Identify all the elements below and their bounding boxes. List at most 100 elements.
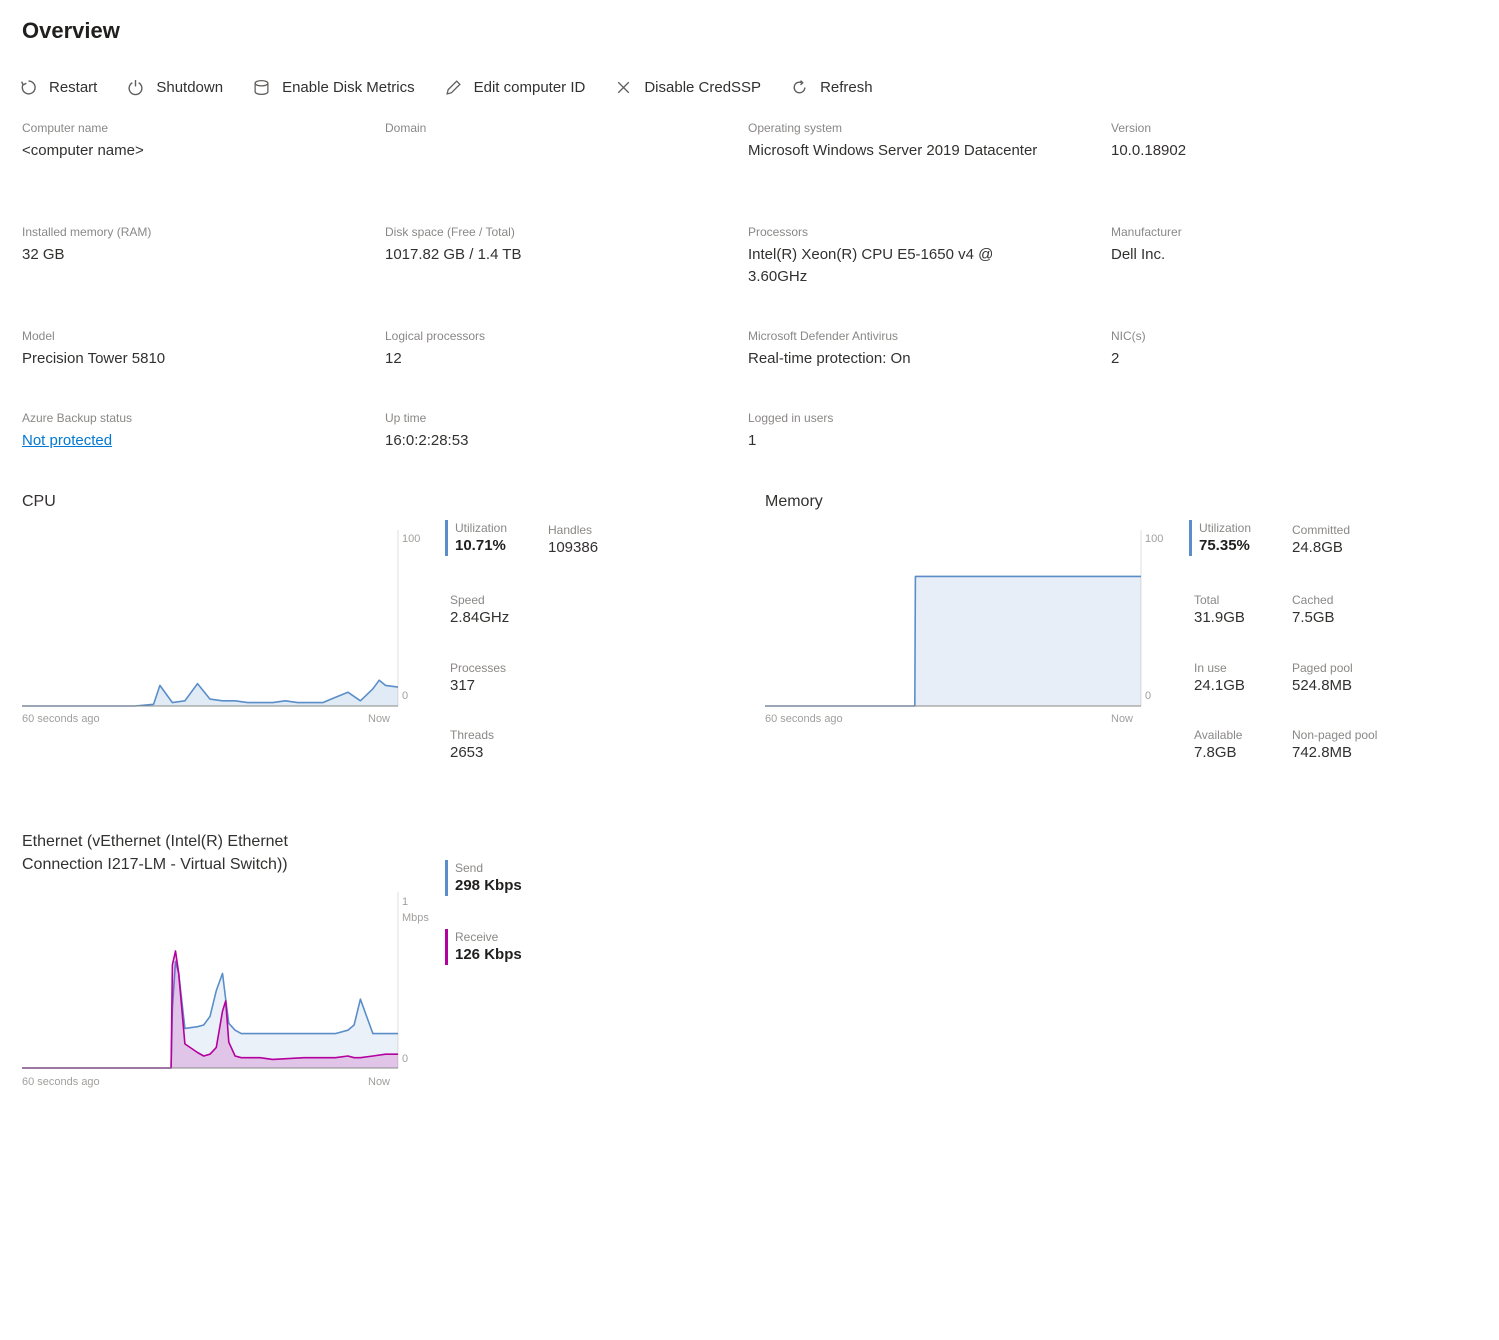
prop-domain: Domain: [385, 120, 725, 140]
prop-label: Domain: [385, 121, 427, 135]
memory-in-use-stat: In use 24.1GB: [1194, 660, 1245, 696]
memory-utilization-stat: Utilization 75.35%: [1189, 520, 1251, 556]
refresh-label: Refresh: [820, 78, 873, 96]
cpu-processes-stat: Processes 317: [450, 660, 506, 696]
prop-label: Operating system: [748, 121, 843, 135]
restart-icon: [20, 79, 36, 95]
power-icon: [128, 79, 143, 95]
backup-status-link[interactable]: Not protected: [22, 430, 362, 452]
stat-label: Utilization: [1199, 521, 1252, 535]
disk-icon: [254, 79, 269, 95]
stat-value: 298 Kbps: [455, 877, 522, 894]
prop-value: Microsoft Windows Server 2019 Datacenter: [748, 142, 1038, 159]
memory-nonpaged-pool-stat: Non-paged pool 742.8MB: [1292, 727, 1377, 763]
ethernet-x-right-label: Now: [368, 1076, 391, 1088]
stat-label: Threads: [450, 728, 495, 742]
prop-logical-processors: Logical processors 12: [385, 328, 725, 370]
stat-label: Committed: [1292, 523, 1351, 537]
cpu-y-min-label: 0: [402, 690, 409, 702]
prop-label: Manufacturer: [1111, 225, 1182, 239]
prop-value: Dell Inc.: [1111, 246, 1166, 263]
prop-label: Model: [22, 329, 55, 343]
prop-azure-backup: Azure Backup status Not protected: [22, 410, 362, 452]
stat-value: 31.9GB: [1194, 609, 1245, 626]
stat-value: 109386: [548, 539, 599, 556]
memory-cached-stat: Cached 7.5GB: [1292, 592, 1335, 628]
stat-label: Paged pool: [1292, 661, 1353, 675]
prop-label: NIC(s): [1111, 329, 1146, 343]
stat-value: 24.8GB: [1292, 539, 1343, 556]
prop-label: Azure Backup status: [22, 411, 133, 425]
prop-label: Up time: [385, 411, 427, 425]
cpu-x-right-label: Now: [368, 713, 391, 725]
command-bar: Restart Shutdown Enable Disk Metrics Edi…: [20, 72, 903, 102]
restart-button[interactable]: Restart: [20, 79, 97, 96]
memory-chart: [765, 530, 1142, 707]
stat-value: 317: [450, 677, 476, 694]
ethernet-y-min-label: 0: [402, 1053, 409, 1065]
prop-value: 1: [748, 432, 757, 449]
cpu-y-max-label: 100: [402, 533, 421, 545]
prop-value: Real-time protection: On: [748, 350, 911, 367]
refresh-button[interactable]: Refresh: [791, 79, 873, 96]
stat-label: Receive: [455, 930, 499, 944]
edit-computer-id-button[interactable]: Edit computer ID: [445, 78, 586, 96]
prop-value: Precision Tower 5810: [22, 350, 166, 367]
prop-label: Disk space (Free / Total): [385, 225, 515, 239]
shutdown-button[interactable]: Shutdown: [127, 79, 223, 96]
prop-value: 12: [385, 350, 402, 367]
prop-value: 16:0:2:28:53: [385, 432, 469, 449]
prop-value: Intel(R) Xeon(R) CPU E5-1650 v4 @ 3.60GH…: [748, 246, 994, 285]
prop-label: Logical processors: [385, 329, 486, 343]
prop-model: Model Precision Tower 5810: [22, 328, 362, 370]
stat-value: 7.8GB: [1194, 744, 1237, 761]
memory-y-max-label: 100: [1145, 533, 1164, 545]
prop-disk-space: Disk space (Free / Total) 1017.82 GB / 1…: [385, 224, 725, 266]
memory-committed-stat: Committed 24.8GB: [1292, 522, 1350, 558]
ethernet-receive-stat: Receive 126 Kbps: [445, 929, 522, 965]
stat-value: 2653: [450, 744, 484, 761]
prop-logged-in-users: Logged in users 1: [748, 410, 1088, 452]
prop-label: Microsoft Defender Antivirus: [748, 329, 899, 343]
prop-version: Version 10.0.18902: [1111, 120, 1451, 162]
cpu-handles-stat: Handles 109386: [548, 522, 598, 558]
stat-label: Total: [1194, 593, 1220, 607]
stat-value: 7.5GB: [1292, 609, 1335, 626]
edit-computer-id-label: Edit computer ID: [473, 78, 586, 96]
cpu-threads-stat: Threads 2653: [450, 727, 494, 763]
stat-label: Cached: [1292, 593, 1334, 607]
memory-x-right-label: Now: [1111, 713, 1134, 725]
stat-value: 126 Kbps: [455, 946, 522, 963]
disable-credssp-label: Disable CredSSP: [644, 78, 762, 96]
prop-up-time: Up time 16:0:2:28:53: [385, 410, 725, 452]
memory-series-1-area: [765, 576, 1141, 706]
cpu-chart: [22, 530, 399, 707]
prop-operating-system: Operating system Microsoft Windows Serve…: [748, 120, 1048, 162]
prop-value: 1017.82 GB / 1.4 TB: [385, 246, 522, 263]
cpu-series-1-area: [22, 680, 398, 706]
close-icon: [618, 81, 630, 93]
prop-label: Logged in users: [748, 411, 834, 425]
stat-value: 524.8MB: [1292, 677, 1353, 694]
prop-manufacturer: Manufacturer Dell Inc.: [1111, 224, 1451, 266]
ethernet-section-title: Ethernet (vEthernet (Intel(R) Ethernet C…: [22, 833, 288, 873]
memory-y-min-label: 0: [1145, 690, 1152, 702]
memory-x-left-label: 60 seconds ago: [765, 713, 843, 725]
stat-label: Available: [1194, 728, 1243, 742]
cpu-speed-stat: Speed 2.84GHz: [450, 592, 509, 628]
stat-label: Speed: [450, 593, 485, 607]
stat-label: Handles: [548, 523, 593, 537]
enable-disk-metrics-button[interactable]: Enable Disk Metrics: [253, 79, 415, 96]
edit-icon: [445, 79, 461, 95]
prop-computer-name: Computer name <computer name>: [22, 120, 362, 162]
stat-label: Utilization: [455, 521, 508, 535]
cpu-section-title: CPU: [22, 493, 56, 510]
prop-label: Computer name: [22, 121, 109, 135]
restart-label: Restart: [49, 78, 98, 96]
cpu-utilization-stat: Utilization 10.71%: [445, 520, 507, 556]
memory-total-stat: Total 31.9GB: [1194, 592, 1245, 628]
stat-value: 75.35%: [1199, 537, 1250, 554]
disable-credssp-button[interactable]: Disable CredSSP: [615, 79, 761, 96]
ethernet-send-stat: Send 298 Kbps: [445, 860, 522, 896]
page-title: Overview: [22, 18, 120, 43]
